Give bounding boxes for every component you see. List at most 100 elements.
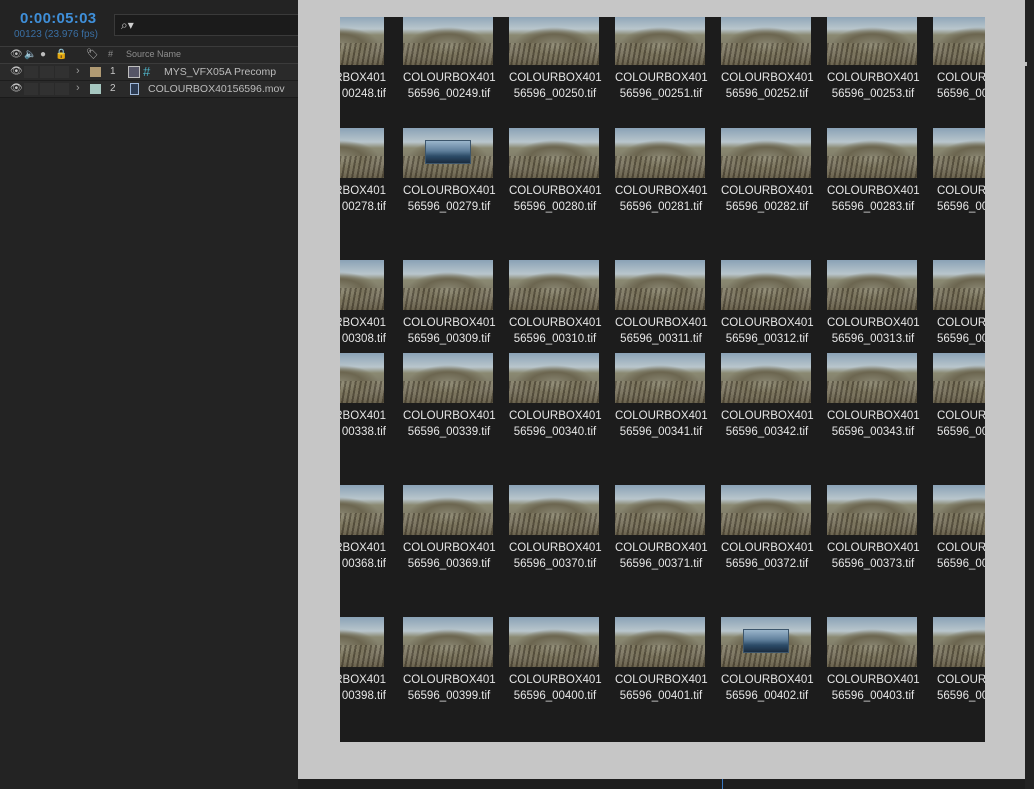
thumbnail-image[interactable] [721,617,811,667]
thumbnail-tile[interactable]: COLOURBOX401 56596_00282.tif [721,128,814,215]
thumbnail-tile[interactable]: COLOURBOX401 56596_00310.tif [509,260,602,347]
thumbnail-tile[interactable]: RBOX401 00248.tif [340,17,386,102]
thumbnail-image[interactable] [340,17,384,65]
layer-search-input[interactable]: ⌕▾ [114,14,298,36]
audio-icon[interactable]: 🔈 [24,48,36,61]
layer-name[interactable]: COLOURBOX40156596.mov [148,83,285,95]
thumbnail-image[interactable] [721,17,811,65]
thumbnail-tile[interactable]: COLOURBOX401 56596_00342.tif [721,353,814,440]
thumbnail-image[interactable] [721,485,811,535]
thumbnail-image[interactable] [933,485,985,535]
layer-number-header[interactable]: # [108,49,113,59]
thumbnail-filename[interactable]: COLOURBOX401 56596_00402.tif [721,673,814,704]
thumbnail-tile[interactable]: RBOX401 00368.tif [340,485,386,572]
thumbnail-filename[interactable]: RBOX401 00338.tif [340,409,386,440]
thumbnail-image[interactable] [827,617,917,667]
thumbnail-image[interactable] [509,17,599,65]
thumbnail-tile[interactable]: COLOURBOX401 56596_00279.tif [403,128,496,215]
eye-icon[interactable]: 👁 [10,66,23,77]
label-tag-icon[interactable]: 🏷 [86,48,99,61]
thumbnail-filename[interactable]: COLOURBOX401 56596_00311.tif [615,316,708,347]
thumbnail-filename[interactable]: COLOURBOX401 56596_00251.tif [615,71,708,102]
thumbnail-image[interactable] [827,353,917,403]
thumbnail-image[interactable] [403,617,493,667]
thumbnail-filename[interactable]: COLOURBOX401 56596_00252.tif [721,71,814,102]
thumbnail-tile[interactable]: COLOURBOX401 56596_00249.tif [403,17,496,102]
solo-toggle[interactable] [40,83,54,95]
thumbnail-filename[interactable]: COLOURBOX401 56596_00250.tif [509,71,602,102]
thumbnail-filename[interactable]: COLOUR 56596_00 [933,71,985,102]
thumbnail-filename[interactable]: COLOURBOX401 56596_00341.tif [615,409,708,440]
thumbnail-image[interactable] [403,128,493,178]
thumbnail-filename[interactable]: RBOX401 00308.tif [340,316,386,347]
thumbnail-image[interactable] [615,260,705,310]
thumbnail-image[interactable] [615,353,705,403]
thumbnail-filename[interactable]: COLOURBOX401 56596_00312.tif [721,316,814,347]
thumbnail-filename[interactable]: COLOURBOX401 56596_00373.tif [827,541,920,572]
thumbnail-filename[interactable]: COLOURBOX401 56596_00249.tif [403,71,496,102]
thumbnail-tile[interactable]: COLOURBOX401 56596_00400.tif [509,617,602,704]
thumbnail-tile[interactable]: COLOURBOX401 56596_00280.tif [509,128,602,215]
thumbnail-image[interactable] [615,617,705,667]
thumbnail-tile[interactable]: COLOURBOX401 56596_00402.tif [721,617,814,704]
thumbnail-filename[interactable]: COLOURBOX401 56596_00339.tif [403,409,496,440]
eye-icon[interactable]: 👁 [10,48,23,61]
thumbnail-filename[interactable]: COLOURBOX401 56596_00283.tif [827,184,920,215]
thumbnail-filename[interactable]: COLOURBOX401 56596_00372.tif [721,541,814,572]
thumbnail-filename[interactable]: COLOURBOX401 56596_00282.tif [721,184,814,215]
thumbnail-tile[interactable]: COLOURBOX401 56596_00252.tif [721,17,814,102]
thumbnail-filename[interactable]: COLOURBOX401 56596_00371.tif [615,541,708,572]
thumbnail-image[interactable] [827,128,917,178]
layer-row[interactable]: 👁 › 1 # MYS_VFX05A Precomp [0,64,298,81]
thumbnail-tile[interactable]: RBOX401 00308.tif [340,260,386,347]
thumbnail-image[interactable] [340,260,384,310]
thumbnail-filename[interactable]: COLOUR 56596_00 [933,673,985,704]
thumbnail-tile[interactable]: COLOUR 56596_00 [933,128,985,215]
thumbnail-filename[interactable]: COLOURBOX401 56596_00400.tif [509,673,602,704]
thumbnail-image[interactable] [403,17,493,65]
thumbnail-tile[interactable]: RBOX401 00278.tif [340,128,386,215]
thumbnail-filename[interactable]: COLOURBOX401 56596_00281.tif [615,184,708,215]
thumbnail-image[interactable] [933,617,985,667]
thumbnail-tile[interactable]: COLOURBOX401 56596_00311.tif [615,260,708,347]
thumbnail-filename[interactable]: COLOUR 56596_00 [933,409,985,440]
scrollbar-marker[interactable] [1025,62,1027,66]
thumbnail-tile[interactable]: COLOURBOX401 56596_00251.tif [615,17,708,102]
thumbnail-filename[interactable]: COLOURBOX401 56596_00369.tif [403,541,496,572]
thumbnail-tile[interactable]: COLOURBOX401 56596_00343.tif [827,353,920,440]
thumbnail-image[interactable] [721,353,811,403]
thumbnail-filename[interactable]: COLOUR 56596_00 [933,184,985,215]
thumbnail-image[interactable] [340,617,384,667]
thumbnail-filename[interactable]: COLOURBOX401 56596_00340.tif [509,409,602,440]
chevron-right-icon[interactable]: › [76,65,80,77]
thumbnail-tile[interactable]: COLOUR 56596_00 [933,353,985,440]
audio-toggle[interactable] [24,83,38,95]
thumbnail-tile[interactable]: COLOURBOX401 56596_00340.tif [509,353,602,440]
thumbnail-tile[interactable]: COLOURBOX401 56596_00250.tif [509,17,602,102]
layer-row[interactable]: 👁 › 2 COLOURBOX40156596.mov [0,81,298,98]
thumbnail-image[interactable] [403,353,493,403]
source-name-header[interactable]: Source Name [126,49,181,59]
thumbnail-tile[interactable]: COLOUR 56596_00 [933,485,985,572]
thumbnail-tile[interactable]: RBOX401 00398.tif [340,617,386,704]
thumbnail-image[interactable] [403,485,493,535]
thumbnail-image[interactable] [827,17,917,65]
thumbnail-tile[interactable]: COLOURBOX401 56596_00370.tif [509,485,602,572]
thumbnail-image[interactable] [509,128,599,178]
layer-name[interactable]: MYS_VFX05A Precomp [164,66,276,78]
thumbnail-filename[interactable]: COLOURBOX401 56596_00343.tif [827,409,920,440]
current-timecode[interactable]: 0:00:05:03 [20,10,96,27]
thumbnail-tile[interactable]: COLOURBOX401 56596_00401.tif [615,617,708,704]
thumbnail-image[interactable] [509,485,599,535]
thumbnail-filename[interactable]: COLOURBOX401 56596_00310.tif [509,316,602,347]
thumbnail-image[interactable] [509,260,599,310]
solo-toggle[interactable] [40,66,54,78]
thumbnail-tile[interactable]: COLOURBOX401 56596_00371.tif [615,485,708,572]
thumbnail-tile[interactable]: COLOURBOX401 56596_00403.tif [827,617,920,704]
audio-toggle[interactable] [24,66,38,78]
thumbnail-image[interactable] [340,128,384,178]
thumbnail-image[interactable] [340,353,384,403]
thumbnail-tile[interactable]: COLOURBOX401 56596_00339.tif [403,353,496,440]
eye-icon[interactable]: 👁 [10,83,23,94]
thumbnail-image[interactable] [933,128,985,178]
